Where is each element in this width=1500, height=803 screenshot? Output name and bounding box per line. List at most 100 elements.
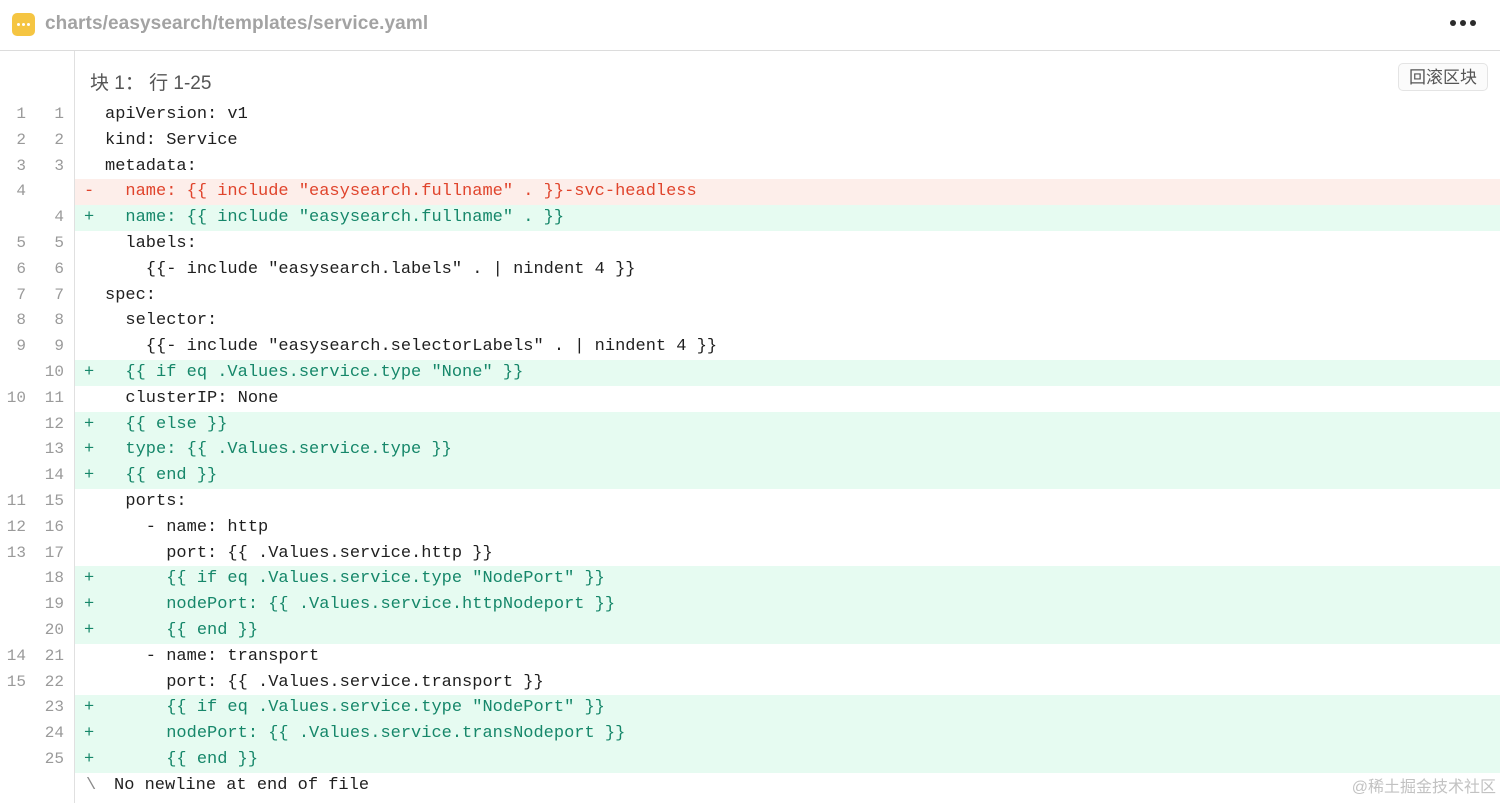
diff-marker: + <box>84 620 95 640</box>
new-line-number: 14 <box>44 466 64 485</box>
code-text: {{- include "easysearch.labels" . | nind… <box>105 259 636 279</box>
line-background <box>75 386 1500 412</box>
code-text: {{ end }} <box>105 620 259 640</box>
new-line-number: 1 <box>54 105 64 123</box>
context-line: 12 16 - name: http <box>0 515 1500 541</box>
old-line-number: 13 <box>6 543 26 562</box>
diff-marker: + <box>84 595 95 615</box>
code-text: ports: <box>105 491 187 511</box>
watermark: @稀土掘金技术社区 <box>1351 779 1496 796</box>
new-line-number: 13 <box>44 440 64 459</box>
line-background <box>75 746 1500 773</box>
line-background <box>75 128 1500 154</box>
code-text: type: {{ .Values.service.type }} <box>105 440 452 460</box>
new-line-number: 11 <box>44 388 64 407</box>
context-line: 8 8 selector: <box>0 308 1500 334</box>
new-line-number: 22 <box>44 672 64 691</box>
added-line: 14 + {{ end }} <box>0 463 1500 489</box>
line-background <box>75 154 1500 180</box>
no-newline-notice: \ No newline at end of file <box>0 773 1500 799</box>
line-background <box>75 283 1500 309</box>
code-text: metadata: <box>105 156 197 176</box>
code-text: port: {{ .Values.service.http }} <box>105 543 493 563</box>
diff-marker: + <box>84 362 95 382</box>
diff-marker: + <box>84 724 95 744</box>
code-text: - name: transport <box>105 646 320 666</box>
new-line-number: 7 <box>54 285 64 304</box>
code-text: - name: http <box>105 517 269 537</box>
line-background <box>75 515 1500 541</box>
file-path[interactable]: charts/easysearch/templates/service.yaml <box>45 13 428 35</box>
context-line: 9 9 {{- include "easysearch.selectorLabel… <box>0 334 1500 360</box>
code-text: {{ if eq .Values.service.type "NodePort"… <box>105 569 605 589</box>
code-text: No newline at end of file <box>114 775 370 795</box>
context-line: 6 6 {{- include "easysearch.labels" . | n… <box>0 257 1500 283</box>
new-line-number: 21 <box>44 646 64 665</box>
added-line: 20 + {{ end }} <box>0 617 1500 644</box>
code-text: nodePort: {{ .Values.service.httpNodepor… <box>105 595 616 615</box>
old-line-number: 5 <box>16 233 26 252</box>
line-background <box>75 411 1500 438</box>
context-line: 1 1 apiVersion: v1 <box>0 102 1500 128</box>
new-line-number: 15 <box>44 491 64 510</box>
line-background <box>75 308 1500 334</box>
diff-marker: - <box>84 182 95 202</box>
code-text: kind: Service <box>105 130 238 150</box>
added-line: 25 + {{ end }} <box>0 746 1500 773</box>
new-line-number: 6 <box>54 259 64 278</box>
new-line-number: 5 <box>54 233 64 252</box>
line-background <box>75 489 1500 515</box>
code-text: labels: <box>105 233 197 253</box>
code-text: name: {{ include "easysearch.fullname" .… <box>105 208 565 228</box>
old-line-number: 2 <box>16 130 26 149</box>
deleted-line: 4 - name: {{ include "easysearch.fullname… <box>0 179 1500 206</box>
new-line-number: 10 <box>44 362 64 381</box>
old-line-number: 1 <box>16 105 26 123</box>
added-line: 24 + nodePort: {{ .Values.service.transNo… <box>0 721 1500 747</box>
line-background <box>75 463 1500 489</box>
added-line: 23 + {{ if eq .Values.service.type "NodeP… <box>0 695 1500 722</box>
added-line: 12 + {{ else }} <box>0 411 1500 438</box>
diff-marker: + <box>84 466 95 486</box>
new-line-number: 3 <box>54 156 64 175</box>
new-line-number: 20 <box>44 620 64 639</box>
more-icon[interactable] <box>1448 19 1478 29</box>
old-line-number: 11 <box>6 491 26 510</box>
context-line: 14 21 - name: transport <box>0 644 1500 670</box>
code-text: {{ end }} <box>105 749 259 769</box>
context-line: 10 11 clusterIP: None <box>0 386 1500 412</box>
new-line-number: 19 <box>44 595 64 614</box>
revert-hunk-button[interactable]: 回滚区块 <box>1398 63 1488 91</box>
old-line-number: 3 <box>16 156 26 175</box>
old-line-number: 14 <box>6 646 26 665</box>
code-text: spec: <box>105 285 157 305</box>
code-text: nodePort: {{ .Values.service.transNodepo… <box>105 724 626 744</box>
context-line: 2 2 kind: Service <box>0 128 1500 154</box>
code-text: {{ else }} <box>105 414 228 434</box>
old-line-number: 10 <box>6 388 26 407</box>
context-line: 11 15 ports: <box>0 489 1500 515</box>
new-line-number: 18 <box>44 569 64 588</box>
new-line-number: 12 <box>44 414 64 433</box>
new-line-number: 25 <box>44 749 64 768</box>
context-line: 3 3 metadata: <box>0 154 1500 180</box>
new-line-number: 9 <box>54 337 64 356</box>
new-line-number: 24 <box>44 724 64 743</box>
new-line-number: 2 <box>54 130 64 149</box>
diff-marker: + <box>84 414 95 434</box>
context-line: 13 17 port: {{ .Values.service.http }} <box>0 541 1500 567</box>
added-line: 10 + {{ if eq .Values.service.type "None"… <box>0 359 1500 386</box>
old-line-number: 6 <box>16 259 26 278</box>
file-header: charts/easysearch/templates/service.yaml <box>0 0 1500 51</box>
hunk-header: 块 1： 行 1-25 <box>90 73 212 94</box>
code-text: {{- include "easysearch.selectorLabels" … <box>105 337 718 357</box>
line-background <box>75 102 1500 128</box>
old-line-number: 12 <box>6 517 26 536</box>
code-text: port: {{ .Values.service.transport }} <box>105 672 544 692</box>
old-line-number: 15 <box>6 672 26 691</box>
context-line: 5 5 labels: <box>0 231 1500 257</box>
code-text: clusterIP: None <box>105 388 279 408</box>
diff-marker: + <box>84 749 95 769</box>
added-line: 13 + type: {{ .Values.service.type }} <box>0 437 1500 464</box>
new-line-number: 17 <box>44 543 64 562</box>
